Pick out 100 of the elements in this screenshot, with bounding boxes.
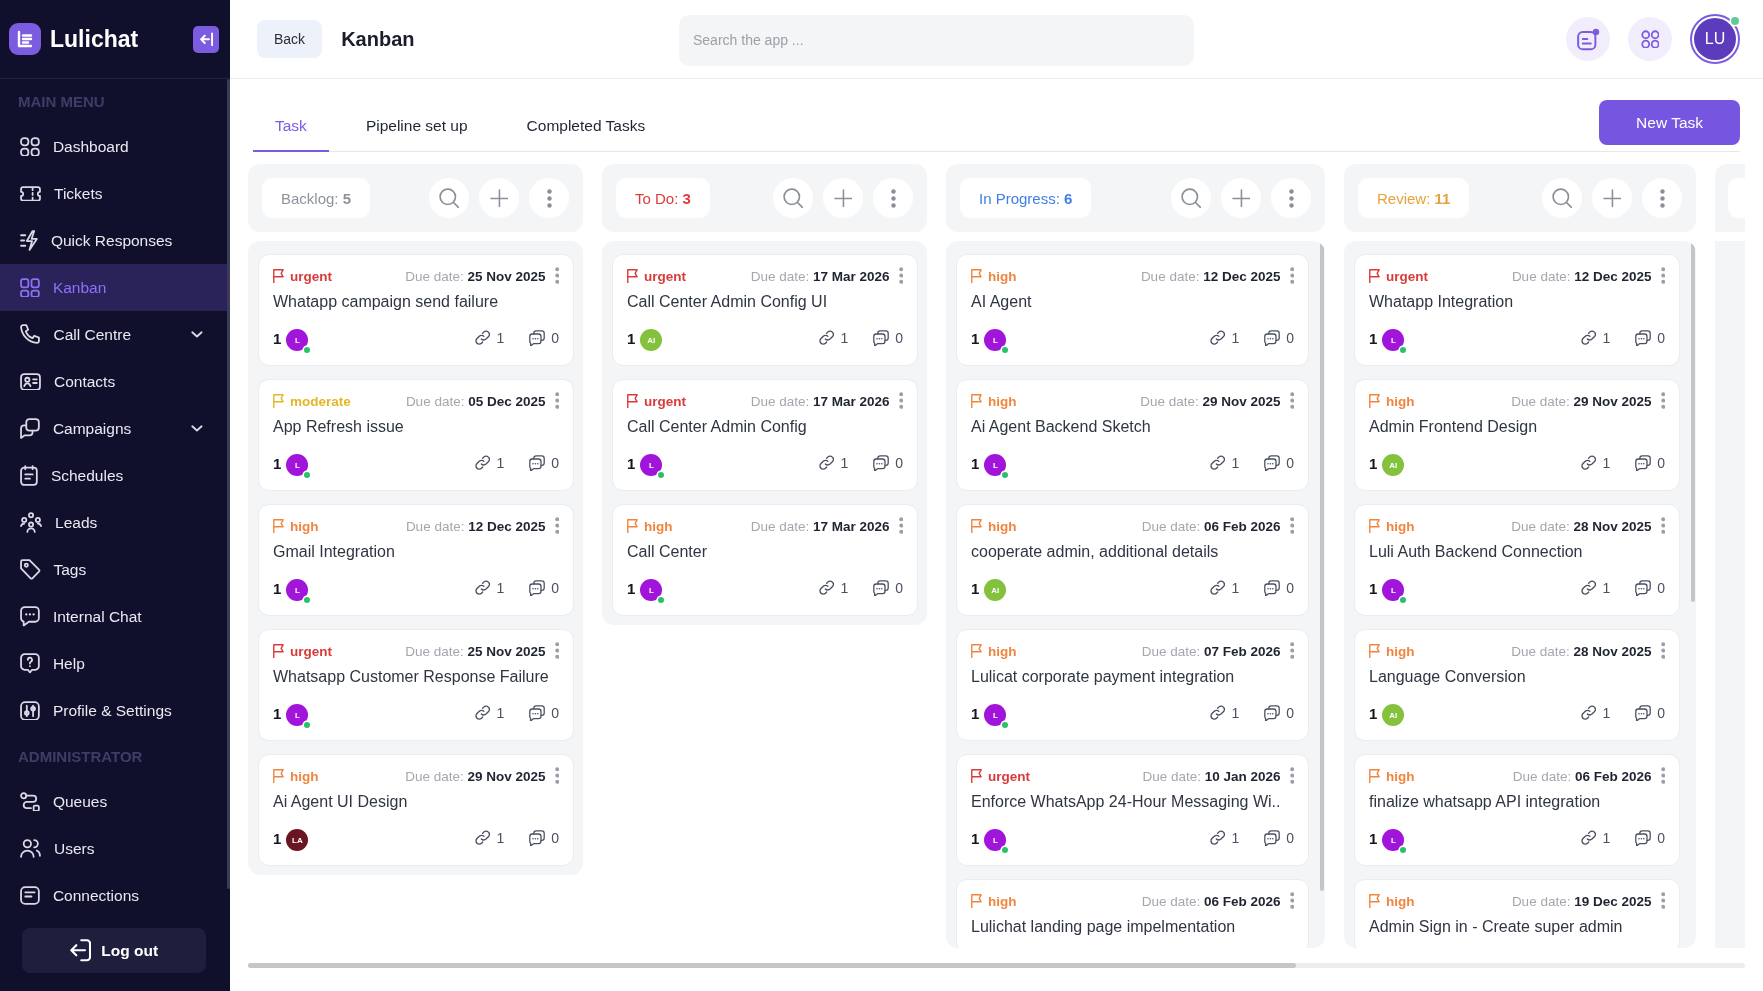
more-button[interactable]: [1642, 178, 1682, 218]
more-vertical-icon[interactable]: [898, 517, 903, 535]
sidebar-item[interactable]: Queues: [0, 778, 227, 825]
sidebar-item[interactable]: Users: [0, 825, 227, 872]
link-count: 1: [1231, 705, 1240, 721]
more-button[interactable]: [529, 178, 569, 218]
sidebar-item[interactable]: Internal Chat: [0, 593, 227, 640]
more-button[interactable]: [873, 178, 913, 218]
assignee-count: 1: [971, 454, 980, 472]
more-vertical-icon[interactable]: [1289, 892, 1294, 910]
due-date: Due date: 29 Nov 2025: [1140, 393, 1281, 409]
task-card[interactable]: high Due date: 28 Nov 2025 Language Conversion 1 AI 1 0: [1354, 629, 1680, 741]
back-button[interactable]: Back: [257, 20, 323, 58]
task-card[interactable]: urgent Due date: 10 Jan 2026 Enforce WhatsApp 24-Hour Messaging Wi.. 1 L 1 0: [956, 754, 1309, 866]
scrollbar-thumb[interactable]: [227, 79, 230, 889]
comment-count: 0: [1657, 455, 1665, 471]
collapse-sidebar-button[interactable]: [193, 25, 219, 53]
search-button[interactable]: [773, 178, 813, 218]
task-card[interactable]: high Due date: 06 Feb 2026 cooperate admin, additional details 1 AI 1 0: [956, 504, 1309, 616]
more-vertical-icon[interactable]: [898, 392, 903, 410]
new-task-button[interactable]: New Task: [1599, 100, 1740, 145]
assignee-count: 1: [971, 829, 980, 847]
flag-icon: [273, 268, 284, 284]
assignee-count: 1: [273, 704, 282, 722]
task-card[interactable]: high Due date: 06 Feb 2026 finalize whatsapp API integration 1 L 1 0: [1354, 754, 1680, 866]
task-card[interactable]: urgent Due date: 17 Mar 2026 Call Center Admin Config 1 L 1 0: [612, 379, 918, 491]
sidebar-item[interactable]: Leads: [0, 499, 227, 546]
task-card[interactable]: high Due date: 29 Nov 2025 Ai Agent Backend Sketch 1 L 1 0: [956, 379, 1309, 491]
more-vertical-icon[interactable]: [1289, 642, 1294, 660]
sidebar-item[interactable]: Kanban: [0, 264, 227, 311]
assignee-count: 1: [1369, 454, 1378, 472]
more-vertical-icon[interactable]: [1289, 267, 1294, 285]
messages-button[interactable]: [1566, 17, 1610, 61]
sidebar-item[interactable]: Contacts: [0, 358, 227, 405]
sidebar-item[interactable]: Tickets: [0, 170, 227, 217]
more-vertical-icon[interactable]: [554, 392, 559, 410]
logout-button[interactable]: Log out: [22, 928, 206, 973]
apps-button[interactable]: [1628, 17, 1672, 61]
task-card[interactable]: high Due date: 12 Dec 2025 AI Agent 1 L 1 0: [956, 254, 1309, 366]
sidebar-item[interactable]: Call Centre: [0, 311, 227, 358]
search-button[interactable]: [1171, 178, 1211, 218]
link-count: 1: [496, 705, 505, 721]
sidebar-item[interactable]: Profile & Settings: [0, 687, 227, 734]
search-button[interactable]: [429, 178, 469, 218]
more-vertical-icon[interactable]: [1289, 517, 1294, 535]
user-avatar[interactable]: LU: [1690, 14, 1740, 64]
task-card[interactable]: moderate Due date: 05 Dec 2025 App Refresh issue 1 L 1 0: [258, 379, 574, 491]
task-card[interactable]: high Due date: 12 Dec 2025 Gmail Integration 1 L 1 0: [258, 504, 574, 616]
link-icon: [475, 830, 491, 846]
more-vertical-icon[interactable]: [554, 517, 559, 535]
task-card[interactable]: high Due date: 19 Dec 2025 Admin Sign in - Create super admin: [1354, 879, 1680, 948]
more-vertical-icon[interactable]: [1660, 517, 1665, 535]
people-icon: [20, 512, 43, 533]
sidebar-item[interactable]: Campaigns: [0, 405, 227, 452]
more-vertical-icon[interactable]: [1660, 642, 1665, 660]
sidebar-item[interactable]: Tags: [0, 546, 227, 593]
due-date: Due date: 10 Jan 2026: [1142, 768, 1281, 784]
task-card[interactable]: urgent Due date: 25 Nov 2025 Whatapp campaign send failure 1 L 1 0: [258, 254, 574, 366]
add-button[interactable]: [479, 178, 519, 218]
task-card[interactable]: high Due date: 28 Nov 2025 Luli Auth Backend Connection 1 L 1 0: [1354, 504, 1680, 616]
phone-icon: [20, 324, 41, 345]
task-card[interactable]: high Due date: 06 Feb 2026 Lulichat landing page impelmentation: [956, 879, 1309, 948]
flag-icon: [627, 393, 638, 409]
sidebar-item[interactable]: Quick Responses: [0, 217, 227, 264]
more-vertical-icon[interactable]: [898, 267, 903, 285]
task-card[interactable]: high Due date: 17 Mar 2026 Call Center 1 L 1 0: [612, 504, 918, 616]
add-button[interactable]: [1592, 178, 1632, 218]
more-vertical-icon[interactable]: [1289, 392, 1294, 410]
more-vertical-icon[interactable]: [554, 267, 559, 285]
more-vertical-icon[interactable]: [1289, 767, 1294, 785]
more-vertical-icon[interactable]: [1660, 767, 1665, 785]
task-card[interactable]: urgent Due date: 25 Nov 2025 Whatsapp Customer Response Failure 1 L 1 0: [258, 629, 574, 741]
add-button[interactable]: [823, 178, 863, 218]
more-vertical-icon[interactable]: [554, 642, 559, 660]
sidebar-item[interactable]: Connections: [0, 872, 227, 915]
search-button[interactable]: [1542, 178, 1582, 218]
more-vertical-icon[interactable]: [1660, 392, 1665, 410]
more-vertical-icon[interactable]: [1660, 892, 1665, 910]
more-button[interactable]: [1271, 178, 1311, 218]
tab[interactable]: Task: [253, 102, 329, 152]
search-field[interactable]: Search the app ...: [679, 14, 1194, 66]
flag-icon: [971, 518, 982, 534]
chat-notification-icon: [1576, 27, 1600, 51]
link-icon: [819, 330, 835, 346]
task-card[interactable]: high Due date: 07 Feb 2026 Lulicat corporate payment integration 1 L 1 0: [956, 629, 1309, 741]
scrollbar-thumb[interactable]: [248, 963, 1296, 968]
sidebar-item[interactable]: Dashboard: [0, 123, 227, 170]
task-card[interactable]: high Due date: 29 Nov 2025 Ai Agent UI Design 1 LA 1 0: [258, 754, 574, 866]
tab[interactable]: Completed Tasks: [504, 102, 668, 152]
more-vertical-icon[interactable]: [554, 767, 559, 785]
sidebar-item[interactable]: Schedules: [0, 452, 227, 499]
search-icon: [1551, 187, 1573, 209]
chevron-down-icon: [191, 425, 203, 432]
tab[interactable]: Pipeline set up: [343, 102, 490, 152]
sidebar-item[interactable]: Help: [0, 640, 227, 687]
task-card[interactable]: urgent Due date: 17 Mar 2026 Call Center Admin Config UI 1 AI 1 0: [612, 254, 918, 366]
more-vertical-icon[interactable]: [1660, 267, 1665, 285]
task-card[interactable]: urgent Due date: 12 Dec 2025 Whatapp Integration 1 L 1 0: [1354, 254, 1680, 366]
add-button[interactable]: [1221, 178, 1261, 218]
task-card[interactable]: high Due date: 29 Nov 2025 Admin Frontend Design 1 AI 1 0: [1354, 379, 1680, 491]
